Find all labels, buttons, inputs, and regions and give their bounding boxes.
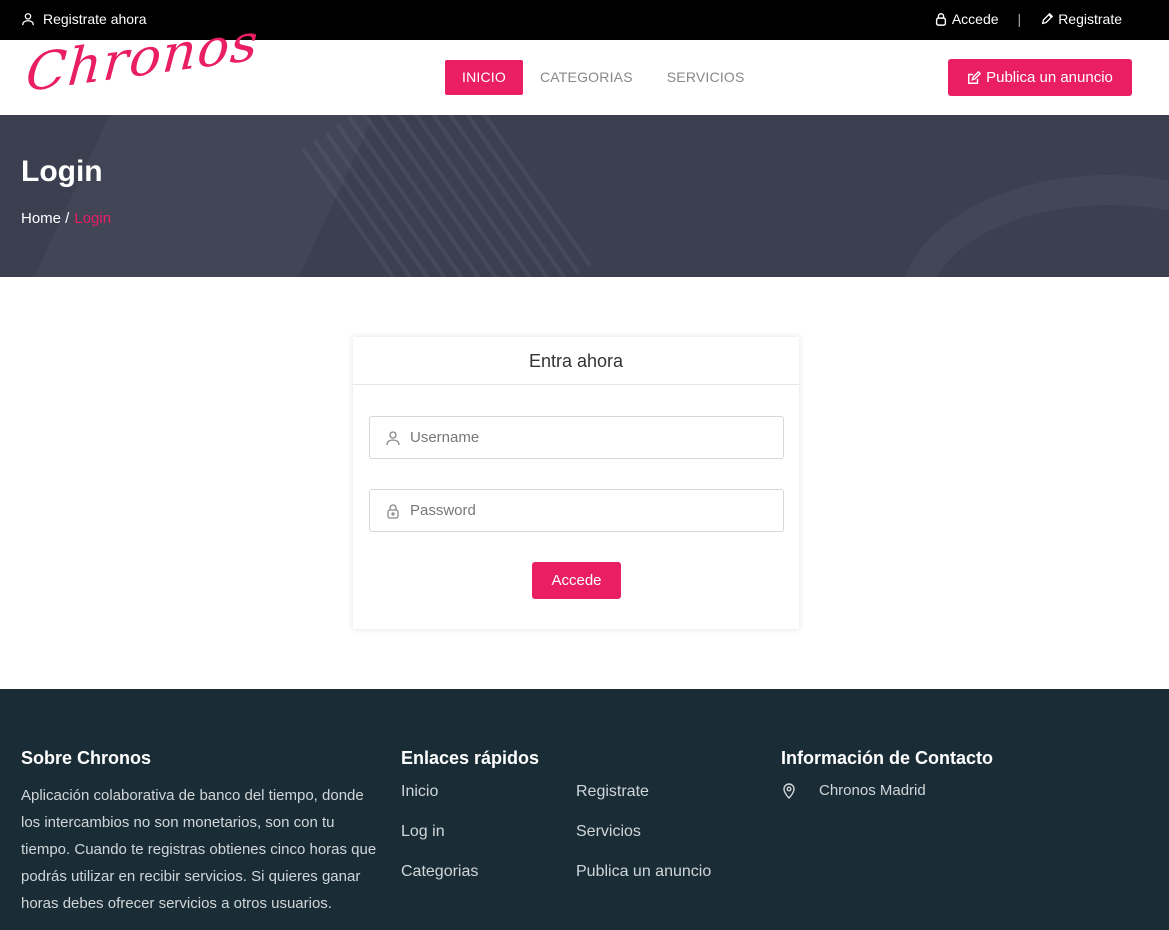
top-login-link[interactable]: Accede — [934, 11, 999, 27]
footer-about-title: Sobre Chronos — [21, 748, 152, 768]
page-hero: Login Home / Login — [0, 115, 1169, 277]
footer-link-categorias[interactable]: Categorias — [401, 862, 478, 902]
top-register-link[interactable]: Registrate — [1040, 11, 1122, 27]
footer-link-publica[interactable]: Publica un anuncio — [576, 862, 711, 902]
main-nav: INICIO CATEGORIAS SERVICIOS — [445, 60, 762, 95]
page-title: Login — [21, 155, 103, 188]
lock-icon — [387, 503, 399, 519]
login-card: Entra ahora Accede — [353, 337, 799, 629]
username-field[interactable] — [369, 416, 784, 459]
nav-item-inicio[interactable]: INICIO — [445, 60, 523, 95]
top-register-label: Registrate — [1058, 11, 1122, 27]
footer-link-inicio[interactable]: Inicio — [401, 782, 478, 822]
map-pin-icon — [783, 782, 795, 799]
footer-contact-location: Chronos Madrid — [781, 782, 926, 799]
footer-links-col1: Inicio Log in Categorias — [401, 782, 478, 902]
register-now-label: Registrate ahora — [43, 11, 147, 27]
footer-contact-title: Información de Contacto — [781, 748, 994, 768]
publish-ad-button[interactable]: Publica un anuncio — [948, 59, 1132, 96]
auth-links: Accede | Registrate — [934, 11, 1122, 27]
user-icon — [22, 13, 34, 26]
site-footer: Sobre Chronos Aplicación colaborativa de… — [0, 689, 1169, 930]
top-login-label: Accede — [951, 11, 999, 27]
footer-link-servicios[interactable]: Servicios — [576, 822, 711, 862]
username-input[interactable] — [410, 429, 770, 446]
logo[interactable]: Chronos — [22, 13, 261, 114]
password-input[interactable] — [410, 502, 770, 519]
pencil-icon — [1041, 12, 1054, 25]
nav-item-categorias[interactable]: CATEGORIAS — [523, 60, 650, 95]
footer-links-col2: Registrate Servicios Publica un anuncio — [576, 782, 711, 902]
user-icon — [386, 430, 400, 445]
breadcrumb: Home / Login — [21, 210, 111, 227]
site-header: Chronos INICIO CATEGORIAS SERVICIOS Publ… — [0, 13, 1169, 115]
breadcrumb-current: Login — [74, 210, 112, 227]
footer-link-registrate[interactable]: Registrate — [576, 782, 711, 822]
edit-icon — [968, 70, 982, 84]
login-card-title: Entra ahora — [353, 337, 799, 385]
nav-item-servicios[interactable]: SERVICIOS — [650, 60, 762, 95]
lock-icon — [935, 13, 946, 26]
password-field[interactable] — [369, 489, 784, 532]
contact-location-text: Chronos Madrid — [819, 782, 926, 799]
hero-background-shape — [900, 175, 1169, 277]
publish-ad-label: Publica un anuncio — [986, 69, 1113, 86]
breadcrumb-home[interactable]: Home / — [21, 210, 69, 227]
footer-links-title: Enlaces rápidos — [401, 748, 540, 768]
login-submit-button[interactable]: Accede — [532, 562, 621, 599]
register-now-link[interactable]: Registrate ahora — [21, 11, 147, 27]
footer-about-text: Aplicación colaborativa de banco del tie… — [21, 787, 377, 912]
footer-link-login[interactable]: Log in — [401, 822, 478, 862]
hero-background-shape — [301, 115, 599, 277]
divider: | — [1017, 11, 1022, 27]
